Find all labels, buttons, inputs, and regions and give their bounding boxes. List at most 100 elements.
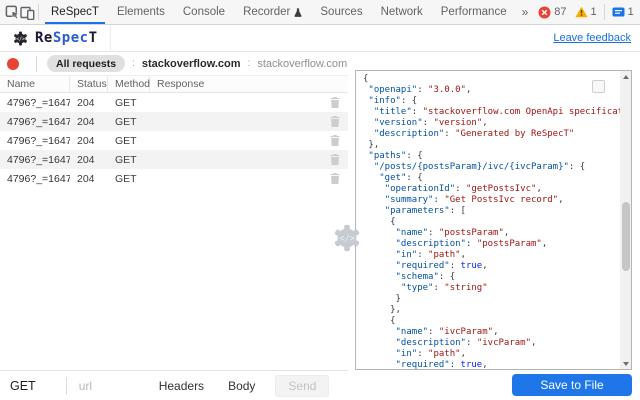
- warning-badge[interactable]: 1: [571, 6, 601, 18]
- device-toolbar-icon[interactable]: [20, 0, 35, 24]
- divider: [66, 377, 67, 395]
- svg-text:</>: </>: [16, 36, 25, 42]
- scrollbar[interactable]: [620, 71, 631, 369]
- extension-header: </> ReSpecT Leave feedback: [0, 25, 640, 52]
- leave-feedback-link[interactable]: Leave feedback: [553, 32, 631, 44]
- column-header-status[interactable]: Status: [70, 76, 108, 92]
- method-select[interactable]: GET: [10, 379, 36, 393]
- trash-icon: [330, 173, 340, 184]
- column-header-name[interactable]: Name: [0, 76, 70, 92]
- tab-network[interactable]: Network: [372, 0, 432, 24]
- filter-separator: :: [132, 58, 135, 69]
- experiment-flask-icon: [294, 7, 302, 18]
- column-header-response[interactable]: Response: [150, 76, 322, 92]
- delete-request-button[interactable]: [322, 173, 348, 184]
- tab-label: Recorder: [243, 6, 290, 18]
- delete-request-button[interactable]: [322, 116, 348, 127]
- tab-label: Network: [381, 6, 423, 18]
- delete-request-button[interactable]: [322, 135, 348, 146]
- table-row[interactable]: 4796?_=16470...204GET: [0, 169, 348, 188]
- request-status: 204: [70, 154, 108, 166]
- splitter-gear-badge[interactable]: </>: [331, 222, 363, 254]
- table-row[interactable]: 4796?_=16470...204GET: [0, 112, 348, 131]
- divider: [604, 4, 605, 20]
- filter-host-inactive[interactable]: stackoverflow.com: [257, 58, 347, 70]
- table-row[interactable]: 4796?_=16470...204GET: [0, 150, 348, 169]
- status-badges: 87 1 1: [534, 0, 640, 24]
- request-name: 4796?_=16470...: [0, 135, 70, 147]
- requests-panel: All requests : stackoverflow.com : stack…: [0, 52, 348, 400]
- request-method: GET: [108, 116, 150, 128]
- error-icon: [538, 6, 551, 19]
- svg-text:</>: </>: [339, 233, 354, 243]
- table-row[interactable]: 4796?_=16470...204GET: [0, 93, 348, 112]
- copy-checkbox[interactable]: [592, 80, 605, 93]
- page-title: ReSpecT: [35, 30, 98, 46]
- request-method: GET: [108, 173, 150, 185]
- column-header-method[interactable]: Method: [108, 76, 150, 92]
- save-to-file-button[interactable]: Save to File: [512, 374, 632, 396]
- request-name: 4796?_=16470...: [0, 116, 70, 128]
- scrollbar-thumb[interactable]: [622, 202, 630, 271]
- more-tabs-chevron[interactable]: »: [516, 5, 535, 19]
- request-method: GET: [108, 154, 150, 166]
- request-method: GET: [108, 97, 150, 109]
- send-button[interactable]: Send: [275, 375, 329, 397]
- divider: [36, 56, 37, 72]
- main-content: All requests : stackoverflow.com : stack…: [0, 52, 640, 400]
- respect-logo-gear-icon: </>: [12, 30, 29, 47]
- filter-separator: :: [248, 58, 251, 69]
- tab-performance[interactable]: Performance: [432, 0, 516, 24]
- tab-label: Sources: [320, 6, 362, 18]
- scroll-up-icon[interactable]: [620, 71, 631, 82]
- trash-icon: [330, 116, 340, 127]
- body-tab[interactable]: Body: [228, 379, 255, 393]
- request-status: 204: [70, 97, 108, 109]
- trash-icon: [330, 154, 340, 165]
- record-button[interactable]: [7, 58, 19, 70]
- tab-elements[interactable]: Elements: [108, 0, 174, 24]
- table-row[interactable]: 4796?_=16470...204GET: [0, 131, 348, 150]
- delete-request-button[interactable]: [322, 97, 348, 108]
- error-count: 87: [554, 6, 566, 18]
- trash-icon: [330, 97, 340, 108]
- tab-label: ReSpecT: [51, 6, 99, 18]
- request-method: GET: [108, 135, 150, 147]
- warning-count: 1: [591, 6, 597, 18]
- request-status: 204: [70, 116, 108, 128]
- request-name: 4796?_=16470...: [0, 154, 70, 166]
- requests-table-body: 4796?_=16470...204GET4796?_=16470...204G…: [0, 93, 348, 188]
- capture-toolbar: All requests : stackoverflow.com : stack…: [0, 52, 348, 76]
- tab-label: Console: [183, 6, 225, 18]
- inspect-element-icon[interactable]: [5, 0, 20, 24]
- request-status: 204: [70, 173, 108, 185]
- request-status: 204: [70, 135, 108, 147]
- url-input[interactable]: [79, 379, 159, 393]
- tab-console[interactable]: Console: [174, 0, 234, 24]
- issues-badge[interactable]: 1: [608, 6, 638, 18]
- filter-host-active[interactable]: stackoverflow.com: [142, 58, 241, 70]
- filter-all-requests-chip[interactable]: All requests: [47, 55, 125, 72]
- request-name: 4796?_=16470...: [0, 173, 70, 185]
- brand: </> ReSpecT: [0, 25, 111, 51]
- spec-panel: { "openapi": "3.0.0", "info": { "title":…: [348, 52, 640, 400]
- request-name: 4796?_=16470...: [0, 97, 70, 109]
- tab-label: Performance: [441, 6, 507, 18]
- table-header: Name Status Method Response: [0, 76, 348, 93]
- issues-count: 1: [628, 6, 634, 18]
- warning-icon: [575, 6, 588, 18]
- tab-sources[interactable]: Sources: [311, 0, 371, 24]
- openapi-spec-viewer: { "openapi": "3.0.0", "info": { "title":…: [355, 70, 632, 370]
- scroll-down-icon[interactable]: [620, 358, 631, 369]
- error-badge[interactable]: 87: [534, 6, 570, 19]
- devtools-window: ReSpecT Elements Console Recorder Source…: [0, 0, 640, 400]
- tab-recorder[interactable]: Recorder: [234, 0, 311, 24]
- divider: [38, 4, 39, 20]
- delete-request-button[interactable]: [322, 154, 348, 165]
- tab-label: Elements: [117, 6, 165, 18]
- tab-respect[interactable]: ReSpecT: [42, 0, 108, 24]
- message-icon: [612, 7, 625, 18]
- trash-icon: [330, 135, 340, 146]
- headers-tab[interactable]: Headers: [159, 379, 204, 393]
- column-header-actions: [322, 76, 348, 92]
